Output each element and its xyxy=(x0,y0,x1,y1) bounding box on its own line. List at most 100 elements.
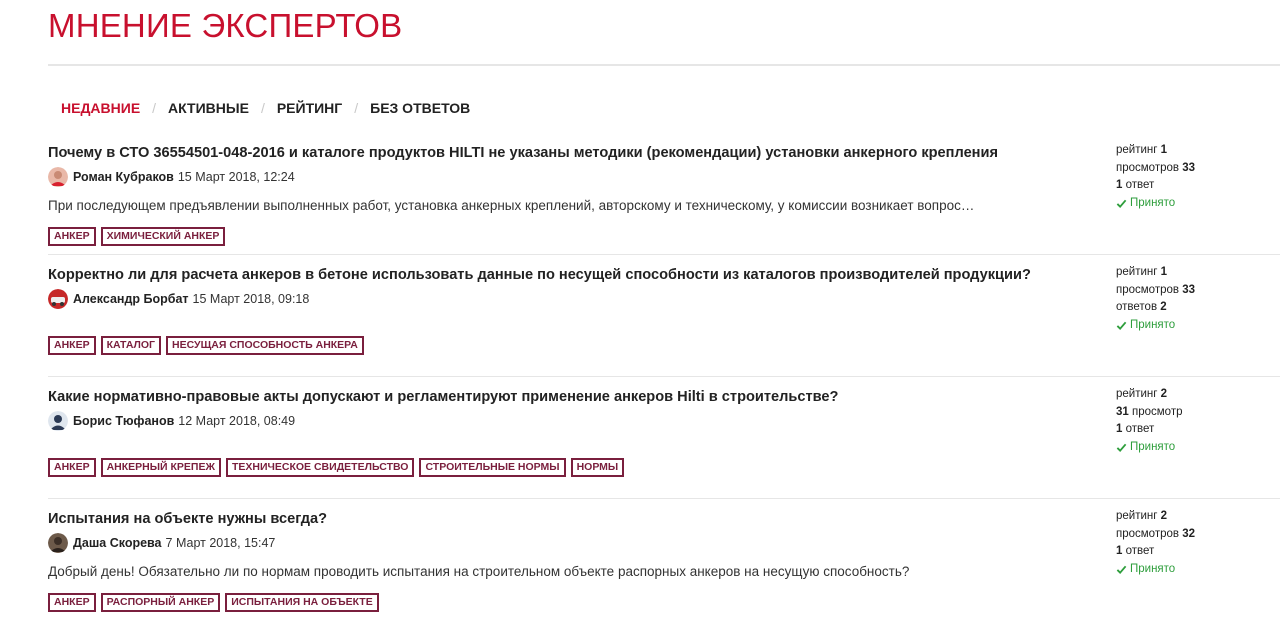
rating-stat: рейтинг 1 xyxy=(1116,142,1195,160)
answers-label: ответов xyxy=(1116,301,1158,313)
rating-value: 1 xyxy=(1160,144,1168,156)
question-title[interactable]: Корректно ли для расчета анкеров в бетон… xyxy=(48,266,1031,284)
accepted-label: Принято xyxy=(1130,440,1176,453)
question-meta: Александр Борбат 15 Март 2018, 09:18 xyxy=(48,289,309,309)
tab-rating[interactable]: РЕЙТИНГ xyxy=(277,99,342,117)
views-label: просмотров xyxy=(1116,527,1179,540)
answers-label: ответ xyxy=(1125,545,1155,557)
tag[interactable]: НОРМЫ xyxy=(570,458,625,477)
avatar[interactable] xyxy=(48,167,68,187)
post-date: 12 Март 2018, 08:49 xyxy=(178,414,296,428)
accepted-status: Принято xyxy=(1116,439,1182,457)
check-icon xyxy=(1116,199,1127,208)
tab-separator: / xyxy=(260,100,265,116)
tag[interactable]: АНКЕР xyxy=(48,336,96,355)
views-value: 31 xyxy=(1116,405,1129,418)
answers-value: 1 xyxy=(1116,545,1123,557)
question-list: Почему в СТО 36554501-048-2016 и каталог… xyxy=(48,134,1280,620)
views-label: просмотров xyxy=(1116,283,1179,296)
author-name[interactable]: Роман Кубраков xyxy=(73,170,174,184)
tag[interactable]: НЕСУЩАЯ СПОСОБНОСТЬ АНКЕРА xyxy=(166,336,364,355)
question-item: Почему в СТО 36554501-048-2016 и каталог… xyxy=(48,134,1280,255)
views-stat: просмотров 33 xyxy=(1116,282,1195,300)
answers-value: 1 xyxy=(1116,423,1123,435)
views-stat: просмотров 32 xyxy=(1116,526,1195,544)
question-item: Какие нормативно-правовые акты допускают… xyxy=(48,378,1280,499)
views-stat: 31 просмотр xyxy=(1116,404,1182,422)
post-date: 15 Март 2018, 12:24 xyxy=(177,170,295,184)
answers-stat: 1 ответ xyxy=(1116,421,1182,439)
check-icon xyxy=(1116,443,1127,452)
answers-stat: 1 ответ xyxy=(1116,177,1195,195)
question-stats: рейтинг 1 просмотров 33 1 ответ Принято xyxy=(1116,142,1195,212)
post-date: 7 Март 2018, 15:47 xyxy=(165,536,276,550)
accepted-status: Принято xyxy=(1116,195,1195,213)
question-meta: Даша Скорева 7 Март 2018, 15:47 xyxy=(48,533,275,553)
author-name[interactable]: Борис Тюфанов xyxy=(73,414,174,428)
title-divider xyxy=(48,64,1280,66)
views-label: просмотров xyxy=(1116,161,1179,174)
views-stat: просмотров 33 xyxy=(1116,160,1195,178)
rating-stat: рейтинг 2 xyxy=(1116,508,1195,526)
filter-tabs: НЕДАВНИЕ / АКТИВНЫЕ / РЕЙТИНГ / БЕЗ ОТВЕ… xyxy=(61,99,470,117)
question-meta: Роман Кубраков 15 Март 2018, 12:24 xyxy=(48,167,295,187)
tag[interactable]: ИСПЫТАНИЯ НА ОБЪЕКТЕ xyxy=(225,593,379,612)
tab-recent[interactable]: НЕДАВНИЕ xyxy=(61,99,140,117)
accepted-label: Принято xyxy=(1130,196,1176,209)
rating-value: 2 xyxy=(1160,510,1168,522)
rating-value: 1 xyxy=(1160,266,1168,278)
rating-label: рейтинг xyxy=(1116,144,1158,156)
answers-label: ответ xyxy=(1125,179,1155,191)
question-item: Корректно ли для расчета анкеров в бетон… xyxy=(48,256,1280,377)
answers-stat: 1 ответ xyxy=(1116,543,1195,561)
question-excerpt: При последующем предъявлении выполненных… xyxy=(48,198,975,213)
answers-label: ответ xyxy=(1125,423,1155,435)
tag[interactable]: АНКЕР xyxy=(48,227,96,246)
tag[interactable]: ТЕХНИЧЕСКОЕ СВИДЕТЕЛЬСТВО xyxy=(225,458,415,477)
tab-separator: / xyxy=(152,100,157,116)
views-label: просмотр xyxy=(1132,405,1183,418)
accepted-label: Принято xyxy=(1130,318,1176,331)
tag-list: АНКЕР ХИМИЧЕСКИЙ АНКЕР xyxy=(48,227,226,246)
question-item: Испытания на объекте нужны всегда? Даша … xyxy=(48,500,1280,620)
accepted-label: Принято xyxy=(1130,562,1176,575)
avatar[interactable] xyxy=(48,289,68,309)
answers-value: 1 xyxy=(1116,179,1123,191)
tab-active[interactable]: АКТИВНЫЕ xyxy=(168,99,249,117)
avatar[interactable] xyxy=(48,533,68,553)
tag-list: АНКЕР РАСПОРНЫЙ АНКЕР ИСПЫТАНИЯ НА ОБЪЕК… xyxy=(48,593,379,612)
rating-label: рейтинг xyxy=(1116,388,1158,400)
rating-value: 2 xyxy=(1160,388,1168,400)
avatar[interactable] xyxy=(48,411,68,431)
question-title[interactable]: Какие нормативно-правовые акты допускают… xyxy=(48,388,838,406)
question-stats: рейтинг 2 31 просмотр 1 ответ Принято xyxy=(1116,386,1182,456)
question-title[interactable]: Почему в СТО 36554501-048-2016 и каталог… xyxy=(48,144,998,162)
views-value: 32 xyxy=(1182,527,1195,540)
tag[interactable]: АНКЕРНЫЙ КРЕПЕЖ xyxy=(100,458,221,477)
check-icon xyxy=(1116,565,1127,574)
question-excerpt: Добрый день! Обязательно ли по нормам пр… xyxy=(48,564,910,579)
tag[interactable]: РАСПОРНЫЙ АНКЕР xyxy=(100,593,221,612)
tab-unanswered[interactable]: БЕЗ ОТВЕТОВ xyxy=(370,99,470,117)
tag[interactable]: СТРОИТЕЛЬНЫЕ НОРМЫ xyxy=(419,458,566,477)
accepted-status: Принято xyxy=(1116,561,1195,579)
tag[interactable]: АНКЕР xyxy=(48,593,96,612)
rating-label: рейтинг xyxy=(1116,266,1158,278)
rating-stat: рейтинг 2 xyxy=(1116,386,1182,404)
post-date: 15 Март 2018, 09:18 xyxy=(192,292,310,306)
tag[interactable]: АНКЕР xyxy=(48,458,96,477)
author-name[interactable]: Даша Скорева xyxy=(73,536,162,550)
question-title[interactable]: Испытания на объекте нужны всегда? xyxy=(48,510,327,528)
rating-label: рейтинг xyxy=(1116,510,1158,522)
tag[interactable]: ХИМИЧЕСКИЙ АНКЕР xyxy=(100,227,226,246)
accepted-status: Принято xyxy=(1116,317,1195,335)
tag[interactable]: КАТАЛОГ xyxy=(100,336,162,355)
author-name[interactable]: Александр Борбат xyxy=(73,292,189,306)
question-meta: Борис Тюфанов 12 Март 2018, 08:49 xyxy=(48,411,295,431)
page: МНЕНИЕ ЭКСПЕРТОВ НЕДАВНИЕ / АКТИВНЫЕ / Р… xyxy=(0,0,1280,640)
tab-separator: / xyxy=(354,100,359,116)
tag-list: АНКЕР КАТАЛОГ НЕСУЩАЯ СПОСОБНОСТЬ АНКЕРА xyxy=(48,336,364,355)
page-title: МНЕНИЕ ЭКСПЕРТОВ xyxy=(48,7,403,44)
views-value: 33 xyxy=(1182,283,1195,296)
rating-stat: рейтинг 1 xyxy=(1116,264,1195,282)
